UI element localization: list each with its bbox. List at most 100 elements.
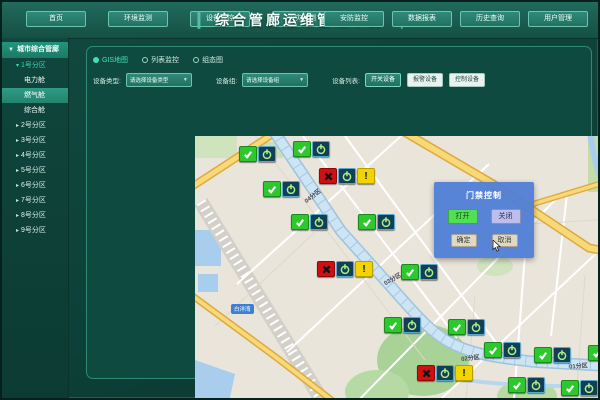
nav-button-安防监控[interactable]: 安防监控 (324, 11, 384, 27)
sidebar-cabin-燃气舱[interactable]: 燃气舱 (2, 88, 68, 103)
chevron-right-icon: ▸ (16, 123, 19, 129)
power-toggle-icon[interactable] (282, 181, 300, 197)
power-toggle-icon[interactable] (436, 365, 454, 381)
filter-row: 设备类型: 请选择设备类型▼ 设备组: 请选择设备组▼ 设备列表: 开关设备报警… (93, 73, 491, 87)
power-toggle-icon[interactable] (310, 214, 328, 230)
device-filter-button-开关设备[interactable]: 开关设备 (365, 73, 401, 87)
device-marker-ok[interactable] (384, 317, 421, 333)
radio-icon (193, 57, 199, 63)
status-check-icon[interactable] (588, 345, 600, 361)
device-type-select[interactable]: 请选择设备类型▼ (126, 73, 192, 87)
title-left-bar-icon: ▎ (197, 13, 209, 28)
power-toggle-icon[interactable] (580, 380, 598, 396)
sidebar-zone-3号分区[interactable]: ▸3号分区 (2, 133, 68, 148)
power-toggle-icon[interactable] (467, 319, 485, 335)
device-marker-ok[interactable] (561, 380, 598, 396)
power-toggle-icon[interactable] (312, 141, 330, 157)
nav-button-数据报表[interactable]: 数据报表 (392, 11, 452, 27)
nav-button-环境监测[interactable]: 环境监测 (108, 11, 168, 27)
device-type-label: 设备类型: (93, 75, 121, 85)
status-check-icon[interactable] (384, 317, 402, 333)
chevron-right-icon: ▸ (16, 153, 19, 159)
view-tab-GIS地图[interactable]: GIS地图 (93, 55, 128, 65)
device-marker-ok[interactable] (263, 181, 300, 197)
dialog-title: 门禁控制 (434, 190, 534, 201)
access-control-dialog: 门禁控制 打开 关闭 确定 取消 (434, 182, 534, 258)
device-marker-ok[interactable] (588, 345, 600, 361)
power-toggle-icon[interactable] (403, 317, 421, 333)
status-check-icon[interactable] (561, 380, 579, 396)
nav-button-首页[interactable]: 首页 (26, 11, 86, 27)
open-button[interactable]: 打开 (448, 209, 478, 224)
close-button[interactable]: 关闭 (491, 209, 521, 224)
status-check-icon[interactable] (239, 146, 257, 162)
nav-right: 安防监控数据报表历史查询用户管理 (324, 11, 588, 27)
power-toggle-icon[interactable] (338, 168, 356, 184)
device-filter-button-报警设备[interactable]: 报警设备 (407, 73, 443, 87)
power-toggle-icon[interactable] (527, 377, 545, 393)
warning-icon[interactable]: ! (455, 365, 473, 381)
chevron-right-icon: ▸ (16, 183, 19, 189)
status-check-icon[interactable] (291, 214, 309, 230)
sidebar-root-node[interactable]: ▼城市综合管廊 (2, 42, 68, 58)
power-toggle-icon[interactable] (336, 261, 354, 277)
sidebar-zone-7号分区[interactable]: ▸7号分区 (2, 193, 68, 208)
status-error-icon[interactable] (417, 365, 435, 381)
view-tab-列表监控[interactable]: 列表监控 (142, 55, 179, 65)
warning-icon[interactable]: ! (355, 261, 373, 277)
device-marker-alarm[interactable]: ! (317, 261, 373, 277)
device-marker-ok[interactable] (534, 347, 571, 363)
status-check-icon[interactable] (508, 377, 526, 393)
device-marker-ok[interactable] (508, 377, 545, 393)
cancel-button[interactable]: 取消 (492, 234, 518, 247)
device-marker-ok[interactable] (448, 319, 485, 335)
device-group-select[interactable]: 请选择设备组▼ (242, 73, 308, 87)
device-marker-ok[interactable] (291, 214, 328, 230)
sidebar-zone-2号分区[interactable]: ▸2号分区 (2, 118, 68, 133)
main-panel: GIS地图 列表监控 组态图 设备类型: 请选择设备类型▼ 设备组: 请选择设备组▼… (86, 46, 592, 379)
sidebar-zone-8号分区[interactable]: ▸8号分区 (2, 208, 68, 223)
status-check-icon[interactable] (401, 264, 419, 280)
sidebar-zone-5号分区[interactable]: ▸5号分区 (2, 163, 68, 178)
power-toggle-icon[interactable] (258, 146, 276, 162)
device-marker-ok[interactable] (293, 141, 330, 157)
device-list-buttons: 开关设备报警设备控制设备 (365, 73, 491, 87)
sidebar-tree: ▾1号分区电力舱燃气舱综合舱▸2号分区▸3号分区▸4号分区▸5号分区▸6号分区▸… (2, 58, 68, 238)
device-marker-alarm[interactable]: ! (417, 365, 473, 381)
device-marker-ok[interactable] (239, 146, 276, 162)
power-toggle-icon[interactable] (503, 342, 521, 358)
warning-icon[interactable]: ! (357, 168, 375, 184)
nav-button-用户管理[interactable]: 用户管理 (528, 11, 588, 27)
view-tab-组态图[interactable]: 组态图 (193, 55, 223, 65)
map-zone-label-01分区: 01分区 (569, 360, 588, 370)
nav-button-历史查询[interactable]: 历史查询 (460, 11, 520, 27)
sidebar-cabin-电力舱[interactable]: 电力舱 (2, 73, 68, 88)
gis-map[interactable]: 04分区03分区02分区01分区 白洋湾虎丘山风 !!! 门禁控制 打开 关闭 … (195, 136, 600, 400)
device-marker-ok[interactable] (401, 264, 438, 280)
power-toggle-icon[interactable] (420, 264, 438, 280)
status-check-icon[interactable] (293, 141, 311, 157)
chevron-right-icon: ▸ (16, 198, 19, 204)
status-error-icon[interactable] (317, 261, 335, 277)
header: 首页环境监测设备监控火灾监测 ▎ 综合管廊运维管理平台 ▕ 安防监控数据报表历史… (2, 2, 598, 39)
sidebar-zone-6号分区[interactable]: ▸6号分区 (2, 178, 68, 193)
device-marker-ok[interactable] (358, 214, 395, 230)
status-check-icon[interactable] (448, 319, 466, 335)
device-filter-button-控制设备[interactable]: 控制设备 (449, 73, 485, 87)
power-toggle-icon[interactable] (377, 214, 395, 230)
sidebar-zone-4号分区[interactable]: ▸4号分区 (2, 148, 68, 163)
device-marker-ok[interactable] (484, 342, 521, 358)
device-marker-alarm[interactable]: ! (319, 168, 375, 184)
status-check-icon[interactable] (484, 342, 502, 358)
sidebar: ▼城市综合管廊 ▾1号分区电力舱燃气舱综合舱▸2号分区▸3号分区▸4号分区▸5号… (2, 38, 69, 400)
status-check-icon[interactable] (358, 214, 376, 230)
status-check-icon[interactable] (263, 181, 281, 197)
sidebar-zone-1号分区[interactable]: ▾1号分区 (2, 58, 68, 73)
sidebar-zone-9号分区[interactable]: ▸9号分区 (2, 223, 68, 238)
power-toggle-icon[interactable] (553, 347, 571, 363)
ok-button[interactable]: 确定 (451, 234, 477, 247)
status-check-icon[interactable] (534, 347, 552, 363)
sidebar-cabin-综合舱[interactable]: 综合舱 (2, 103, 68, 118)
status-error-icon[interactable] (319, 168, 337, 184)
chevron-right-icon: ▸ (16, 138, 19, 144)
